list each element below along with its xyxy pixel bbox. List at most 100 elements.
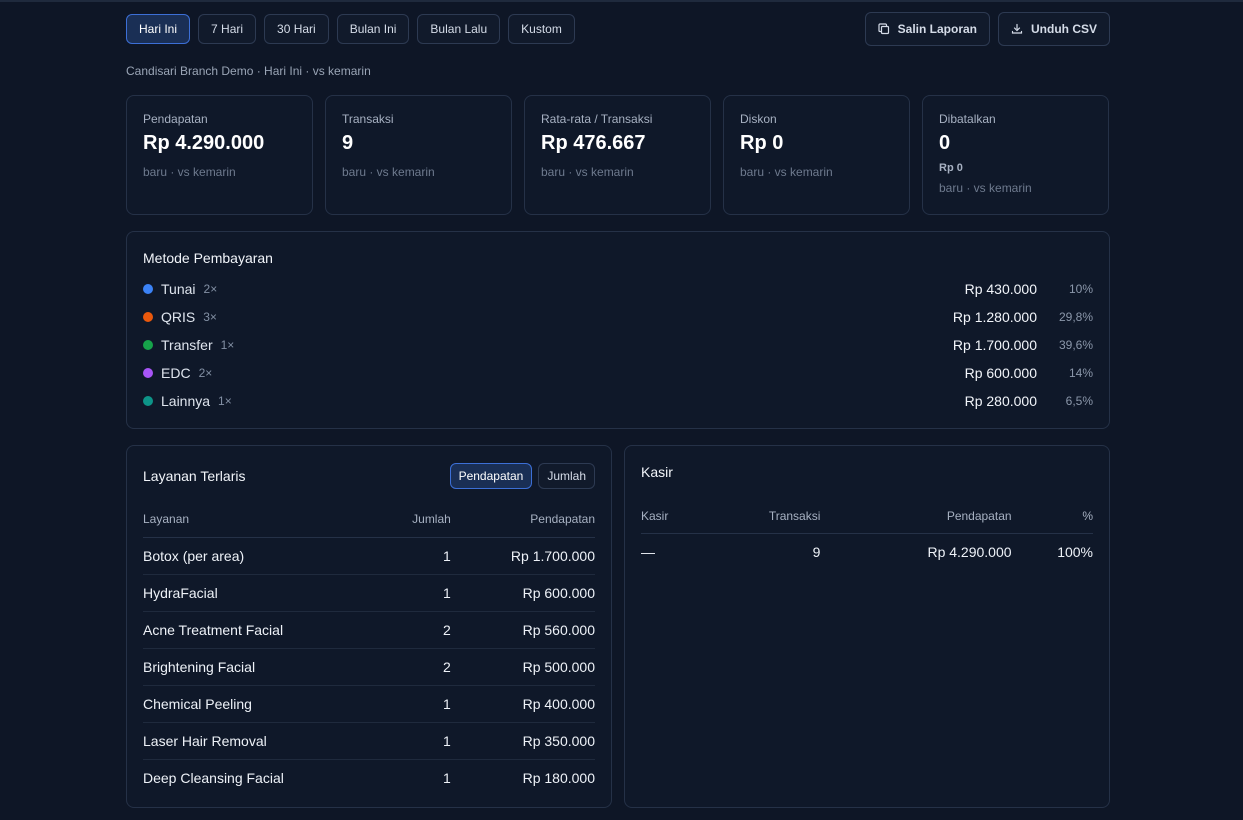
payment-color-dot [143,396,153,406]
range-7-days-button[interactable]: 7 Hari [198,14,257,44]
payment-method-count: 1× [220,338,235,352]
column-header-revenue: Pendapatan [820,499,1012,534]
payment-method-name: Tunai [161,281,196,297]
top-services-card: Layanan Terlaris Pendapatan Jumlah Layan… [126,445,612,808]
table-row: HydraFacial 1 Rp 600.000 [143,574,595,612]
payment-method-count: 1× [218,394,232,408]
stat-card-cancelled: Dibatalkan 0 Rp 0 baru · vs kemarin [922,95,1109,215]
service-name: Laser Hair Removal [143,722,385,760]
range-today-button[interactable]: Hari Ini [126,14,191,44]
service-name: HydraFacial [143,574,385,612]
cashier-title: Kasir [641,464,673,480]
payment-methods-list: Tunai 2× Rp 430.000 10% QRIS 3× Rp 1.280… [143,275,1093,415]
stat-label: Rata-rata / Transaksi [541,112,653,126]
service-name: Brightening Facial [143,648,385,686]
stat-sub-value: Rp 0 [939,162,963,174]
payment-method-amount: Rp 430.000 [964,281,1037,297]
column-header-percent: % [1011,499,1093,534]
stat-label: Diskon [740,112,777,126]
column-header-service: Layanan [143,501,385,538]
payment-methods-card: Metode Pembayaran Tunai 2× Rp 430.000 10… [126,231,1110,429]
payment-method-percent: 39,6% [1058,338,1093,352]
service-revenue: Rp 180.000 [522,769,595,786]
payment-method-name: QRIS [161,309,196,325]
column-header-quantity: Jumlah [384,501,451,538]
stat-delta: baru · vs kemarin [342,165,435,179]
stat-card-discount: Diskon Rp 0 baru · vs kemarin [723,95,910,215]
stat-delta: baru · vs kemarin [939,181,1032,195]
stat-label: Dibatalkan [939,112,996,126]
stat-value: Rp 476.667 [541,132,646,154]
stat-delta: baru · vs kemarin [541,165,634,179]
cashier-percent: 100% [1057,544,1093,561]
stat-label: Pendapatan [143,112,208,126]
download-csv-label: Unduh CSV [1031,22,1097,36]
stat-delta: baru · vs kemarin [143,165,236,179]
stat-label: Transaksi [342,112,394,126]
column-header-cashier: Kasir [641,499,704,534]
top-divider [0,0,1243,2]
service-revenue: Rp 1.700.000 [450,537,595,575]
service-quantity: 2 [384,611,451,649]
payment-method-percent: 10% [1068,282,1093,296]
table-row: — 9 Rp 4.290.000 100% [641,533,1093,571]
cashier-table: Kasir Transaksi Pendapatan % — 9 Rp 4.29… [641,499,1093,571]
range-last-month-button[interactable]: Bulan Lalu [417,14,501,44]
cashier-revenue: Rp 4.290.000 [927,544,1012,561]
stat-value: Rp 4.290.000 [143,132,265,154]
services-sort-toggle: Pendapatan Jumlah [449,463,595,489]
cashier-card: Kasir Kasir Transaksi Pendapatan % — 9 R… [624,445,1110,808]
service-revenue: Rp 600.000 [450,574,595,612]
service-revenue: Rp 500.000 [450,648,595,686]
service-name: Botox (per area) [143,537,385,575]
stat-card-average: Rata-rata / Transaksi Rp 476.667 baru · … [524,95,711,215]
payment-method-amount: Rp 280.000 [964,393,1037,409]
service-revenue: Rp 350.000 [450,722,595,760]
copy-icon [878,23,889,35]
download-icon [1011,23,1023,34]
payment-method-row: Lainnya 1× Rp 280.000 6,5% [143,387,1093,415]
range-custom-button[interactable]: Kustom [508,14,575,44]
range-30-days-button[interactable]: 30 Hari [264,14,329,44]
payment-method-row: Transfer 1× Rp 1.700.000 39,6% [143,331,1093,359]
table-row: Brightening Facial 2 Rp 500.000 [143,648,595,686]
payment-method-count: 2× [203,282,218,296]
table-row: Laser Hair Removal 1 Rp 350.000 [143,722,595,760]
payment-method-amount: Rp 1.700.000 [952,337,1037,353]
service-name: Deep Cleansing Facial [143,769,284,786]
payment-method-row: EDC 2× Rp 600.000 14% [143,359,1093,387]
payment-method-percent: 14% [1068,366,1093,380]
toolbar: Hari Ini 7 Hari 30 Hari Bulan Ini Bulan … [126,12,1110,46]
table-header-row: Layanan Jumlah Pendapatan [143,501,595,538]
payment-method-amount: Rp 600.000 [964,365,1037,381]
sort-by-revenue-button[interactable]: Pendapatan [449,463,533,489]
stat-card-transactions: Transaksi 9 baru · vs kemarin [325,95,512,215]
payment-method-percent: 29,8% [1058,310,1093,324]
date-range-group: Hari Ini 7 Hari 30 Hari Bulan Ini Bulan … [126,14,575,44]
payment-color-dot [143,312,153,322]
top-services-title: Layanan Terlaris [143,468,246,484]
stat-cards: Pendapatan Rp 4.290.000 baru · vs kemari… [126,95,1110,215]
service-quantity: 1 [384,722,451,760]
table-header-row: Kasir Transaksi Pendapatan % [641,499,1093,534]
top-services-table: Layanan Jumlah Pendapatan Botox (per are… [143,501,595,796]
sort-by-quantity-button[interactable]: Jumlah [538,463,595,489]
table-row: Botox (per area) 1 Rp 1.700.000 [143,537,595,575]
payment-color-dot [143,284,153,294]
payment-method-name: Lainnya [161,393,211,409]
download-csv-button[interactable]: Unduh CSV [998,12,1110,46]
range-this-month-button[interactable]: Bulan Ini [336,14,410,44]
stat-value: Rp 0 [740,132,784,154]
payment-method-amount: Rp 1.280.000 [952,309,1037,325]
payment-method-count: 2× [198,366,213,380]
top-services-header: Layanan Terlaris Pendapatan Jumlah [143,462,595,490]
report-context: Candisari Branch Demo · Hari Ini · vs ke… [126,64,371,78]
report-page: Hari Ini 7 Hari 30 Hari Bulan Ini Bulan … [126,12,1110,808]
table-row: Chemical Peeling 1 Rp 400.000 [143,685,595,723]
copy-report-button[interactable]: Salin Laporan [864,12,990,46]
payment-method-name: EDC [161,365,191,381]
service-revenue: Rp 400.000 [450,685,595,723]
stat-value: 9 [342,132,354,154]
column-header-revenue: Pendapatan [450,501,595,538]
payment-method-percent: 6,5% [1065,394,1093,408]
